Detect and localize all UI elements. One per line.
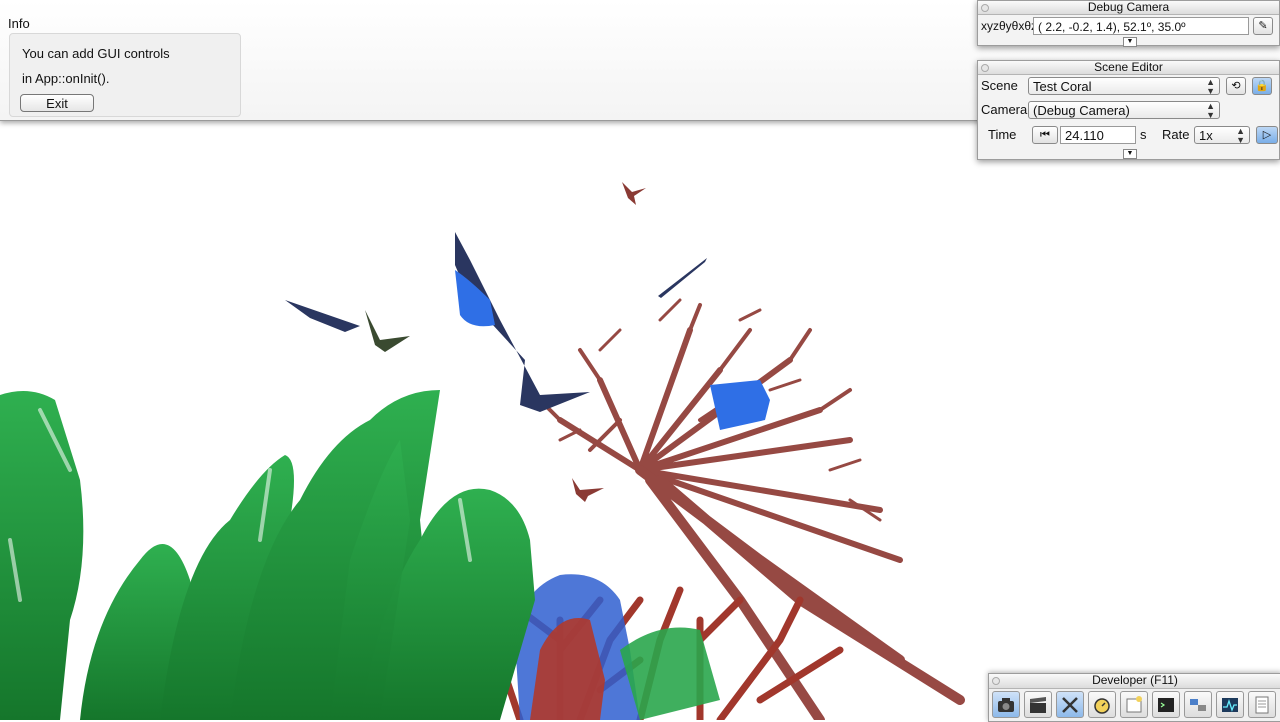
film-reset-icon: ⏮ <box>1040 129 1050 141</box>
3d-viewport[interactable] <box>0 120 1280 720</box>
debug-camera-window[interactable]: Debug Camera xyzθyθxθz ( 2.2, -0.2, 1.4)… <box>977 0 1280 47</box>
screenshot-button[interactable] <box>992 691 1020 718</box>
scene-label: Scene <box>981 78 1018 93</box>
tools-button[interactable] <box>1056 691 1084 718</box>
rate-label: Rate <box>1162 127 1190 142</box>
rate-dropdown[interactable]: 1x ▲ ▼ <box>1194 126 1250 145</box>
updown-arrows-icon: ▲ ▼ <box>1236 126 1245 145</box>
clapperboard-icon <box>1030 697 1046 713</box>
fish-thin <box>658 258 707 298</box>
updown-arrows-icon: ▲ ▼ <box>1206 77 1215 96</box>
coral-scene-render <box>0 182 965 720</box>
collapse-arrow-icon[interactable]: ▼ <box>1123 37 1137 47</box>
play-button[interactable]: ▷ <box>1256 126 1278 144</box>
camera-coords-label: xyzθyθxθz <box>981 19 1038 33</box>
camera-coords-field[interactable]: ( 2.2, -0.2, 1.4), 52.1º, 35.0º <box>1033 17 1249 35</box>
camera-dropdown[interactable]: (Debug Camera) ▲ ▼ <box>1028 101 1220 120</box>
edit-icon: ✎ <box>1258 20 1268 32</box>
log-icon <box>1255 696 1269 714</box>
debug-camera-title-bar[interactable]: Debug Camera <box>978 1 1279 15</box>
new-window-button[interactable] <box>1120 691 1148 718</box>
window-close-dot-icon[interactable] <box>981 64 989 72</box>
fish-red-small <box>572 478 604 502</box>
developer-title: Developer (F11) <box>1092 673 1178 687</box>
play-icon: ▷ <box>1262 129 1272 141</box>
debug-camera-title: Debug Camera <box>1087 0 1170 14</box>
scene-graph-button[interactable] <box>1184 691 1212 718</box>
camera-dropdown-value: (Debug Camera) <box>1033 103 1130 118</box>
console-button[interactable] <box>1152 691 1180 718</box>
scene-editor-title: Scene Editor <box>1094 60 1163 74</box>
time-field[interactable]: 24.110 <box>1060 126 1136 144</box>
scene-editor-window[interactable]: Scene Editor Scene Test Coral ▲ ▼ ⟲ 🔒 Cam… <box>977 60 1280 160</box>
tools-icon <box>1062 697 1078 713</box>
time-unit: s <box>1140 127 1147 142</box>
time-reset-button[interactable]: ⏮ <box>1032 126 1058 144</box>
developer-toolbar[interactable]: Developer (F11) <box>988 673 1280 722</box>
fish-red <box>622 182 646 205</box>
window-close-dot-icon[interactable] <box>992 677 1000 685</box>
camera-link-button[interactable]: ✎ <box>1253 17 1273 35</box>
camera-label: Camera <box>981 102 1028 117</box>
video-record-button[interactable] <box>1024 691 1052 718</box>
fish-navy <box>285 300 360 332</box>
time-label: Time <box>988 127 1017 142</box>
profiler-timer-button[interactable] <box>1088 691 1116 718</box>
log-button[interactable] <box>1248 691 1276 718</box>
info-text-line-1: You can add GUI controls <box>22 46 170 61</box>
scene-graph-icon <box>1190 699 1206 711</box>
scene-dropdown[interactable]: Test Coral ▲ ▼ <box>1028 77 1220 96</box>
developer-title-bar[interactable]: Developer (F11) <box>989 674 1280 689</box>
scene-editor-title-bar[interactable]: Scene Editor <box>978 61 1279 75</box>
profiler-icon <box>1222 698 1238 712</box>
info-content-box: You can add GUI controls in App::onInit(… <box>9 33 241 117</box>
lock-button[interactable]: 🔒 <box>1252 77 1272 95</box>
fish-blue <box>710 380 770 430</box>
reload-scene-button[interactable]: ⟲ <box>1226 77 1246 95</box>
window-close-dot-icon[interactable] <box>981 4 989 12</box>
lock-icon: 🔒 <box>1255 80 1269 92</box>
collapse-arrow-icon[interactable]: ▼ <box>1123 149 1137 159</box>
reload-icon: ⟲ <box>1231 80 1241 92</box>
info-panel-title: Info <box>8 16 30 31</box>
scene-dropdown-value: Test Coral <box>1033 79 1092 94</box>
info-text-line-2: in App::onInit(). <box>22 71 110 86</box>
stopwatch-icon <box>1094 698 1110 714</box>
camera-icon <box>998 698 1014 712</box>
rate-dropdown-value: 1x <box>1199 128 1213 143</box>
green-kelp <box>0 390 535 720</box>
new-window-icon <box>1126 696 1142 713</box>
exit-button[interactable]: Exit <box>20 94 94 112</box>
fish-green <box>365 310 410 352</box>
terminal-icon <box>1158 698 1174 712</box>
updown-arrows-icon: ▲ ▼ <box>1206 101 1215 120</box>
profiler-button[interactable] <box>1216 691 1244 718</box>
